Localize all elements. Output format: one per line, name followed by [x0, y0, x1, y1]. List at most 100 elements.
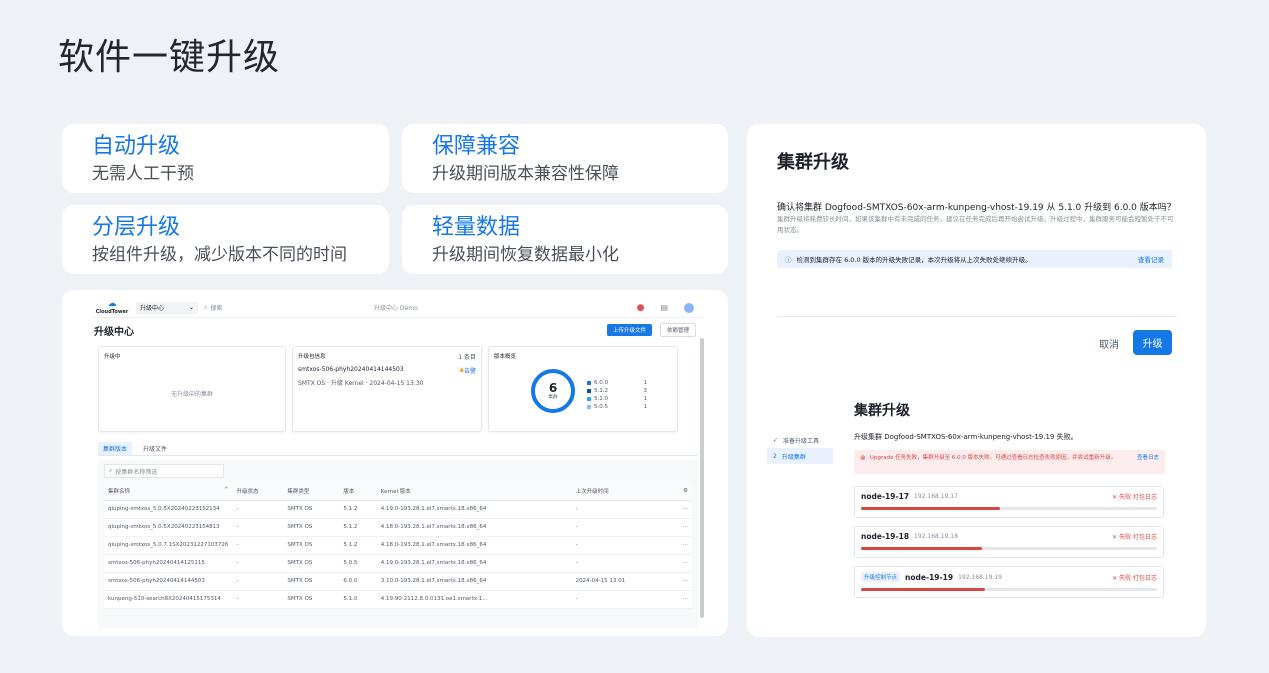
- column-header[interactable]: 集群类型: [283, 482, 340, 501]
- tab-upgrade-files[interactable]: 升级文件: [138, 442, 172, 455]
- progress-subtitle: 升级集群 Dogfood-SMTXOS-60x-arm-kunpeng-vhos…: [854, 433, 1078, 441]
- search-icon: ⌕: [109, 467, 113, 474]
- step-upgrade[interactable]: 2 升级集群: [767, 448, 833, 464]
- view-record-link[interactable]: 查看记录: [1138, 254, 1164, 264]
- version-overview-card: 版本概览 6 集群 6.0.0 1 5.1.2 3 5.1.0 1 5.0.5 1: [488, 346, 678, 432]
- more-icon[interactable]: ···: [669, 554, 692, 573]
- node-name: node-19-18: [861, 532, 910, 541]
- avatar[interactable]: [684, 302, 694, 313]
- more-icon[interactable]: ···: [669, 500, 692, 519]
- node-ip: 192.168.19.19: [958, 573, 1002, 581]
- card-title: 升级中: [104, 354, 121, 360]
- table-row[interactable]: kunpeng-510-search8X20240415175314- SMTX …: [104, 590, 692, 609]
- package-count: 1 条目: [458, 354, 476, 361]
- upgrade-center-app: ☁ CloudTower 升级中心 ⌄ ⌕ 搜索 升级中心 Demo ● ▤ 升…: [92, 298, 704, 628]
- node-card: node-19-17 192.168.19.17 ✕ 失败 打包日志: [854, 486, 1164, 518]
- card-title: 版本概览: [494, 354, 517, 360]
- tab-cluster-versions[interactable]: 集群版本: [98, 442, 133, 455]
- settings-icon[interactable]: ⚙: [669, 482, 692, 501]
- info-text: 检测到集群存在 6.0.0 版本的升级失败记录，本次升级将从上次失败处继续升级。: [796, 256, 1032, 264]
- column-header[interactable]: 集群名称 ⌃: [104, 482, 233, 501]
- node-progress-bar: [861, 547, 1157, 550]
- feature-card-auto-upgrade: 自动升级 无需人工干预: [62, 124, 389, 193]
- cluster-filter-input[interactable]: ⌕ 按集群名称筛选: [104, 464, 224, 478]
- node-status[interactable]: ✕ 失败 打包日志: [1112, 492, 1157, 501]
- cluster-upgrade-panel: 集群升级 确认将集群 Dogfood-SMTXOS-60x-arm-kunpen…: [747, 124, 1206, 637]
- page-title: 升级中心: [94, 326, 134, 338]
- more-icon[interactable]: ···: [669, 536, 692, 555]
- node-card: node-19-18 192.168.19.18 ✕ 失败 打包日志: [854, 526, 1164, 558]
- logo-text: CloudTower: [95, 309, 129, 315]
- more-icon[interactable]: ···: [669, 590, 692, 609]
- progress-title: 集群升级: [854, 403, 910, 419]
- node-card: 升级控制节点 node-19-19 192.168.19.19 ✕ 失败 打包日…: [854, 566, 1164, 598]
- feature-desc: 按组件升级，减少版本不同的时间: [92, 245, 347, 265]
- node-ip: 192.168.19.18: [914, 533, 958, 540]
- view-log-link[interactable]: 查看日志: [1137, 454, 1159, 462]
- sort-icon: ⌃: [223, 486, 229, 493]
- cloudtower-logo[interactable]: ☁ CloudTower: [92, 300, 132, 316]
- table-row[interactable]: smtxos-506-phyh20240414125115- SMTX OS 5.0…: [104, 554, 692, 573]
- column-header[interactable]: Kernel 版本: [376, 482, 572, 501]
- feature-card-lightweight-data: 轻量数据 升级期间恢复数据最小化: [402, 205, 728, 274]
- upgrade-center-screenshot: ☁ CloudTower 升级中心 ⌄ ⌕ 搜索 升级中心 Demo ● ▤ 升…: [62, 290, 728, 636]
- cancel-button[interactable]: 取消: [1099, 336, 1119, 351]
- top-bar: ☁ CloudTower 升级中心 ⌄ ⌕ 搜索 升级中心 Demo ● ▤: [92, 298, 704, 318]
- node-progress-bar: [861, 588, 1157, 591]
- bell-icon[interactable]: ●: [637, 303, 645, 313]
- empty-state: 无升级中的集群: [170, 391, 213, 398]
- module-selector-value: 升级中心: [140, 305, 165, 312]
- error-icon: ⊗: [860, 454, 866, 462]
- search-box[interactable]: ⌕ 搜索: [204, 302, 304, 314]
- node-progress-bar: [861, 507, 1157, 510]
- node-status[interactable]: ✕ 失败 打包日志: [1112, 532, 1157, 541]
- table-row[interactable]: qiuping-smtxos_5.0.5X20240223154813- SMTX…: [104, 518, 692, 537]
- error-text: Upgrade 任务失败，集群升级至 6.0.0 版本失败。可通过查看日志检查失…: [869, 455, 1117, 461]
- column-header[interactable]: 上次升级时间: [571, 482, 670, 501]
- table-row[interactable]: qiuping-smtxos_5.0.7.1SX20231227103726- S…: [104, 536, 692, 555]
- table-row[interactable]: qiuping-smtxos_5.0.5X20240223152134- SMTX…: [104, 500, 692, 519]
- info-icon: ⓘ: [785, 256, 792, 264]
- column-header[interactable]: 版本: [339, 482, 377, 501]
- dependency-manage-button[interactable]: 依赖管理: [659, 323, 696, 337]
- document-icon[interactable]: ▤: [660, 303, 668, 312]
- slide-title: 软件一键升级: [58, 37, 281, 78]
- filter-placeholder: 按集群名称筛选: [115, 468, 158, 476]
- legend-item: 5.0.5 1: [587, 403, 647, 411]
- node-name: node-19-19: [905, 572, 954, 582]
- node-status[interactable]: ✕ 失败 打包日志: [1112, 573, 1157, 582]
- version-ring: 6 集群: [531, 369, 575, 413]
- card-title: 升级包信息: [298, 354, 326, 360]
- vertical-scrollbar[interactable]: [700, 338, 704, 618]
- more-icon[interactable]: ···: [669, 572, 692, 591]
- upload-file-button[interactable]: 上传升级文件: [606, 324, 652, 336]
- feature-desc: 升级期间恢复数据最小化: [432, 245, 619, 265]
- step-prepare[interactable]: ✓ 准备升级工具: [767, 432, 833, 448]
- cluster-table: 集群名称 ⌃ 升级状态 集群类型 版本 Kernel 版本 上次升级时间 ⚙ qi…: [104, 482, 692, 609]
- step-number: 2: [773, 452, 777, 460]
- dialog-divider: [777, 316, 1177, 317]
- control-node-tag: 升级控制节点: [861, 572, 901, 582]
- search-icon: ⌕: [204, 303, 208, 311]
- upgrading-card: 升级中 无升级中的集群: [98, 346, 286, 432]
- error-alert: ⊗ Upgrade 任务失败，集群升级至 6.0.0 版本失败。可通过查看日志检…: [854, 450, 1165, 474]
- upgrade-steps: ✓ 准备升级工具 2 升级集群: [767, 432, 833, 464]
- module-selector[interactable]: 升级中心 ⌄: [136, 301, 198, 314]
- feature-desc: 升级期间版本兼容性保障: [432, 164, 619, 184]
- table-row[interactable]: smtxos-506-phyh20240414144503- SMTX OS 6.0…: [104, 572, 692, 591]
- package-meta: SMTX OS · 升级 Kernel · 2024-04-15 13:30: [298, 380, 424, 387]
- cluster-total: 6: [548, 381, 558, 395]
- chevron-down-icon: ⌄: [188, 304, 194, 311]
- summary-cards: 升级中 无升级中的集群 升级包信息 1 条目 smtxos-506-phyh20…: [98, 346, 698, 432]
- package-name[interactable]: smtxos-506-phyh20240414144503: [298, 366, 404, 375]
- feature-title: 保障兼容: [432, 134, 521, 159]
- check-icon: ✓: [773, 436, 779, 444]
- column-header[interactable]: 升级状态: [232, 482, 284, 501]
- dialog-info-alert: ⓘ 检测到集群存在 6.0.0 版本的升级失败记录，本次升级将从上次失败处继续升…: [777, 250, 1172, 268]
- search-placeholder: 搜索: [210, 305, 223, 312]
- node-ip: 192.168.19.17: [914, 493, 958, 500]
- feature-title: 自动升级: [92, 134, 181, 159]
- more-icon[interactable]: ···: [669, 518, 692, 537]
- upgrade-button[interactable]: 升级: [1133, 330, 1172, 355]
- table-header: 集群名称 ⌃ 升级状态 集群类型 版本 Kernel 版本 上次升级时间 ⚙: [104, 482, 692, 501]
